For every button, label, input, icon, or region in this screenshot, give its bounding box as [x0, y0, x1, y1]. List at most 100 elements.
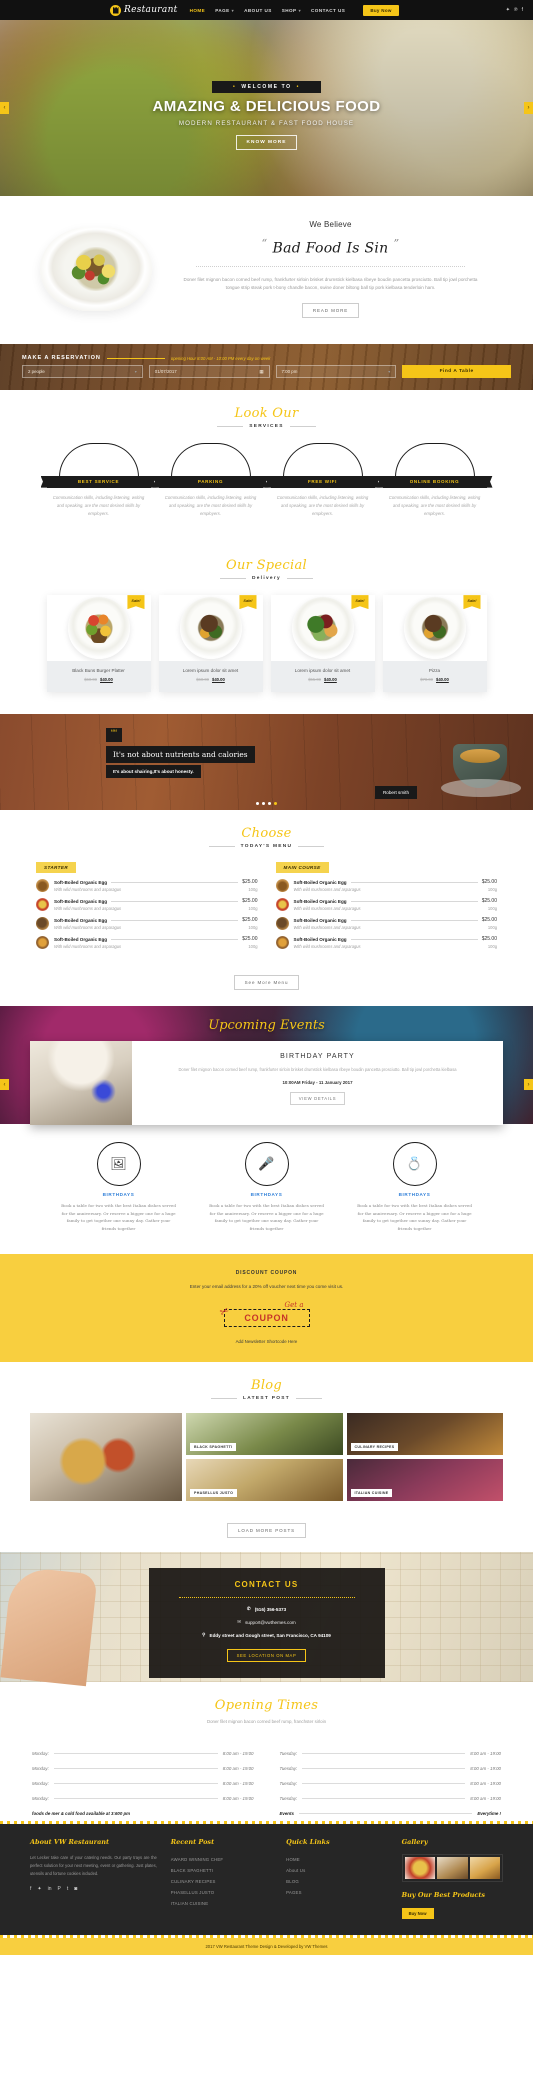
- footer-buy-now-button[interactable]: Buy Now: [401, 1908, 434, 1920]
- nav-item-contact-us[interactable]: CONTACT US: [311, 8, 345, 13]
- sale-badge: Sale!: [463, 595, 481, 610]
- carousel-dot-active[interactable]: [274, 802, 277, 806]
- service-card[interactable]: BEST SERVICE Communication skills, inclu…: [46, 442, 151, 518]
- opening-row: Monday: 8:00 am - 19:00: [32, 1766, 254, 1772]
- arch-icon: [58, 442, 139, 477]
- product-price: $70.00 $40.00: [420, 677, 449, 683]
- opening-row: Monday: 8:00 am - 19:00: [32, 1751, 254, 1757]
- nav-item-about-us[interactable]: About Us: [244, 8, 272, 13]
- view-details-button[interactable]: VIEW DETAILS: [289, 1091, 346, 1105]
- coupon-paragraph: Enter your email address for a 20% off v…: [189, 1284, 344, 1290]
- footer-recent-item[interactable]: ITALIAN CUISINE: [171, 1898, 272, 1909]
- footer-recent-item[interactable]: CULINARY RECIPES: [171, 1876, 272, 1887]
- footer-buy-title: Buy Our Best Products: [401, 1891, 486, 1900]
- gallery-thumb[interactable]: [469, 1857, 500, 1880]
- facebook-icon[interactable]: f: [30, 1886, 31, 1892]
- footer-recent-item[interactable]: AWARD WINNING CHEF: [171, 1854, 272, 1865]
- pinterest-icon[interactable]: ℗: [514, 7, 518, 13]
- menu-item[interactable]: Soft-Boiled Organic Egg $25.00 With wild …: [275, 892, 497, 912]
- blog-post-image[interactable]: ITALIAN CUISINE: [346, 1459, 503, 1502]
- date-input[interactable]: 01/07/2017 ▦: [148, 365, 270, 379]
- contact-address: ⚲ Eddy street and Gough street, San Franc…: [202, 1632, 331, 1638]
- menu-item[interactable]: Soft-Boiled Organic Egg $25.00 With wild …: [275, 911, 497, 931]
- pinterest-icon[interactable]: P: [58, 1886, 61, 1892]
- tumblr-icon[interactable]: t: [67, 1886, 68, 1892]
- load-more-posts-button[interactable]: LOAD MORE POSTS: [226, 1523, 306, 1539]
- facebook-icon[interactable]: f: [522, 7, 523, 13]
- events-prev-arrow[interactable]: ‹: [0, 1079, 9, 1091]
- testimonial-subquote: It's about shairing,It's about honesty.: [106, 765, 201, 779]
- nav-item-page[interactable]: Page ▾: [215, 8, 234, 13]
- menu-item[interactable]: Soft-Boiled Organic Egg $25.00 With wild …: [36, 873, 258, 893]
- blog-post-image[interactable]: CULINARY RECIPES: [346, 1413, 503, 1456]
- contact-phone[interactable]: ✆ (516) 356-5373: [165, 1606, 369, 1612]
- blog-post-image[interactable]: BLACK SPAGHETTI: [186, 1413, 343, 1456]
- menu-item[interactable]: Soft-Boiled Organic Egg $25.00 With wild …: [36, 930, 258, 950]
- time-select[interactable]: 7:00 pm ▾: [275, 365, 397, 379]
- product-card[interactable]: Sale! Pizza $70.00 $40.00: [382, 595, 487, 693]
- chevron-down-icon: ▾: [298, 7, 302, 13]
- instagram-icon[interactable]: ◙: [74, 1886, 77, 1892]
- blog-post-image[interactable]: [30, 1413, 182, 1502]
- gallery-thumb[interactable]: [404, 1857, 436, 1880]
- menu-item[interactable]: Soft-Boiled Organic Egg $25.00 With wild …: [36, 911, 258, 931]
- special-products: Sale! Black Buns Burger Platter $60.00 $4…: [0, 585, 533, 714]
- quote-icon: ““: [106, 728, 122, 743]
- product-card[interactable]: Sale! Lorem ipsum dolor sit amet $60.00 $…: [158, 595, 263, 693]
- product-image: Sale!: [382, 595, 487, 662]
- gallery-strip: [401, 1854, 503, 1883]
- service-label: ONLINE BOOKING: [382, 475, 487, 488]
- footer-recent-item[interactable]: BLACK SPAGHETTI: [171, 1865, 272, 1876]
- menu-item[interactable]: Soft-Boiled Organic Egg $25.00 With wild …: [275, 873, 497, 893]
- product-card[interactable]: Sale! Black Buns Burger Platter $60.00 $4…: [46, 595, 151, 693]
- twitter-icon[interactable]: ✦: [506, 7, 510, 13]
- carousel-dot[interactable]: [262, 802, 265, 806]
- twitter-icon[interactable]: ✦: [37, 1886, 41, 1892]
- blog-post-caption: PHASELLUS JUSTO: [190, 1489, 238, 1498]
- menu-item[interactable]: Soft-Boiled Organic Egg $25.00 With wild …: [36, 892, 258, 912]
- events-next-arrow[interactable]: ›: [524, 1079, 533, 1091]
- mail-icon: ✉: [237, 1619, 242, 1625]
- footer-recent-item[interactable]: PHASELLUS JUSTO: [171, 1887, 272, 1898]
- service-card[interactable]: FREE WIFI Communication skills, includin…: [270, 442, 375, 518]
- see-more-menu-button[interactable]: See More Menu: [233, 975, 300, 991]
- see-location-button[interactable]: SEE LOCATION ON MAP: [226, 1649, 307, 1663]
- menu-item-gram: 100g: [248, 887, 258, 893]
- find-a-table-button[interactable]: Find A Table: [402, 365, 511, 379]
- feature-card: 💍 BIRTHDAYS Book a table for two with th…: [356, 1142, 474, 1232]
- nav-item-home[interactable]: Home: [190, 8, 206, 13]
- footer-quick-item[interactable]: About Us: [286, 1865, 387, 1876]
- contact-email[interactable]: ✉ support@vwthemes.com: [165, 1619, 369, 1625]
- menu-item-thumb: [36, 917, 49, 931]
- people-select[interactable]: 2 people ▾: [22, 365, 143, 379]
- footer-quick-links: Quick Links HOME About Us BLOG PAGES: [286, 1838, 387, 1919]
- carousel-dot[interactable]: [256, 802, 259, 806]
- todays-menu-header: Choose TODAY'S MENU: [0, 810, 533, 853]
- we-believe-section: We Believe “Bad Food Is Sin” Doner filet…: [0, 196, 533, 344]
- blog-post-image[interactable]: PHASELLUS JUSTO: [186, 1459, 343, 1502]
- nav-item-shop[interactable]: Shop ▾: [282, 8, 301, 13]
- hero-know-more-button[interactable]: KNOW MORE: [235, 134, 298, 150]
- linkedin-icon[interactable]: in: [48, 1886, 52, 1892]
- believe-read-more-button[interactable]: READ MORE: [301, 302, 360, 318]
- footer-quick-item[interactable]: HOME: [286, 1854, 387, 1865]
- product-card[interactable]: Sale! Lorem ipsum dolor sit amet $55.00 $…: [270, 595, 375, 693]
- menu-item-desc: With wild mushrooms and asparagus: [293, 944, 361, 950]
- opening-note-right: Events Everytime !: [279, 1811, 502, 1817]
- menu-item[interactable]: Soft-Boiled Organic Egg $25.00 With wild …: [275, 930, 497, 950]
- blog-post-caption: BLACK SPAGHETTI: [190, 1443, 237, 1452]
- footer-quick-item[interactable]: PAGES: [286, 1887, 387, 1898]
- gallery-thumb[interactable]: [437, 1857, 468, 1880]
- brand-logo[interactable]: Restaurant: [110, 4, 178, 16]
- service-card[interactable]: PARKING Communication skills, including …: [158, 442, 263, 518]
- product-image: Sale!: [158, 595, 263, 662]
- services-title: Look Our: [234, 405, 299, 421]
- footer-quick-item[interactable]: BLOG: [286, 1876, 387, 1887]
- carousel-dot[interactable]: [268, 802, 271, 806]
- footer-about-title: About VW Restaurant: [30, 1838, 110, 1847]
- hero-prev-arrow[interactable]: ‹: [0, 102, 9, 114]
- service-card[interactable]: ONLINE BOOKING Communication skills, inc…: [382, 442, 487, 518]
- hero-next-arrow[interactable]: ›: [524, 102, 533, 114]
- buy-now-button[interactable]: Buy Now: [363, 4, 399, 16]
- phone-icon: ✆: [246, 1606, 251, 1612]
